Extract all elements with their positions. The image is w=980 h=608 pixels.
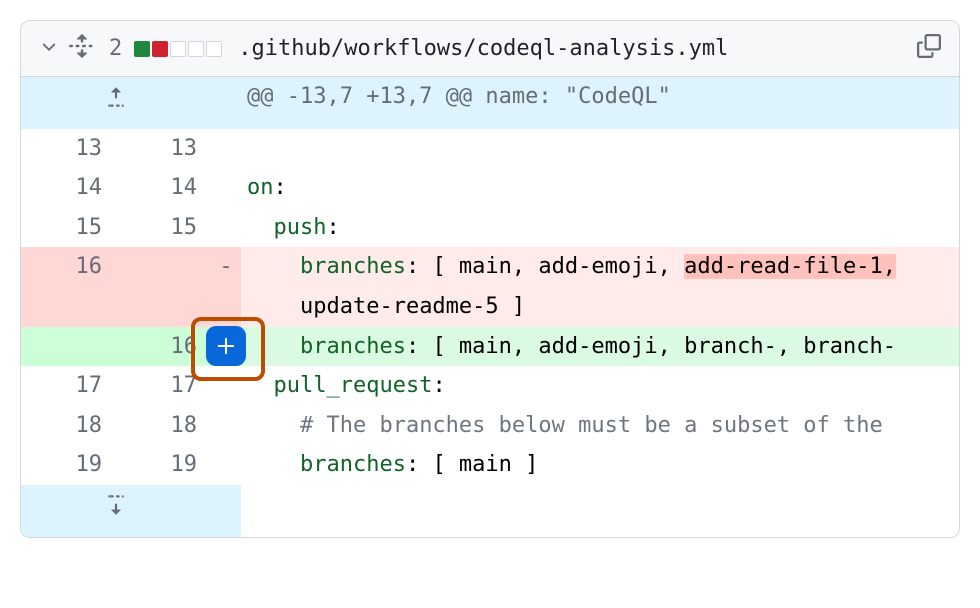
diff-line[interactable]: 13 13 — [21, 129, 959, 169]
unfold-icon[interactable] — [69, 33, 95, 64]
yaml-key: pull_request — [274, 373, 433, 398]
code-content: push: — [241, 208, 959, 248]
hunk-header-row: @@ -13,7 +13,7 @@ name: "CodeQL" — [21, 77, 959, 129]
gutter: 19 19 — [21, 445, 211, 485]
hunk-expand-down-row — [21, 485, 959, 537]
line-num-left: 16 — [21, 247, 116, 287]
line-num-right: 19 — [116, 445, 211, 485]
yaml-after: : — [432, 373, 445, 398]
code-content: # The branches below must be a subset of… — [241, 406, 959, 446]
gutter — [21, 287, 211, 327]
diff-line-deletion[interactable]: 16 - branches: [ main, add-emoji, add-re… — [21, 247, 959, 287]
line-num-right: 14 — [116, 168, 211, 208]
mark-col: - — [211, 247, 241, 287]
mark-col — [211, 129, 241, 169]
diff-line[interactable]: 18 18 # The branches below must be a sub… — [21, 406, 959, 446]
line-num-left: 13 — [21, 129, 116, 169]
diff-stat-neutral — [188, 41, 204, 57]
gutter: 16 — [21, 247, 211, 287]
file-path[interactable]: .github/workflows/codeql-analysis.yml — [238, 36, 907, 61]
yaml-after: : — [326, 215, 339, 240]
code-content — [241, 129, 959, 169]
gutter: 14 14 — [21, 168, 211, 208]
line-num-left: 19 — [21, 445, 116, 485]
yaml-after: : [ main, add-emoji, branch-, branch- — [406, 334, 896, 359]
diff-stat-neutral — [170, 41, 186, 57]
code-content: update-readme-5 ] — [241, 287, 959, 327]
yaml-key: push — [274, 215, 327, 240]
expand-up-icon — [104, 83, 128, 123]
add-comment-button[interactable] — [206, 326, 246, 366]
line-num-right: 18 — [116, 406, 211, 446]
line-num-left: 18 — [21, 406, 116, 446]
line-num-right: 17 — [116, 366, 211, 406]
diff-stat-added — [134, 41, 150, 57]
line-num-right: 15 — [116, 208, 211, 248]
mark-col — [211, 287, 241, 327]
line-num-right: 16 — [116, 327, 211, 367]
copy-icon[interactable] — [917, 34, 941, 63]
line-num-left — [21, 327, 116, 367]
yaml-after: : — [274, 175, 287, 200]
line-num-right — [116, 247, 211, 287]
line-num-left: 14 — [21, 168, 116, 208]
yaml-pre: : [ main, add-emoji, — [406, 254, 684, 279]
file-header: 2 .github/workflows/codeql-analysis.yml — [21, 21, 959, 77]
code-content: branches: [ main, add-emoji, branch-, br… — [241, 327, 959, 367]
mark-col — [211, 366, 241, 406]
diff-body: @@ -13,7 +13,7 @@ name: "CodeQL" 13 13 1… — [21, 77, 959, 537]
yaml-key: branches — [300, 452, 406, 477]
mark-col — [211, 77, 241, 129]
diff-stat-neutral — [206, 41, 222, 57]
mark-col — [211, 208, 241, 248]
code-content: on: — [241, 168, 959, 208]
code-content — [241, 485, 959, 537]
gutter: 13 13 — [21, 129, 211, 169]
mark-col — [211, 445, 241, 485]
gutter: 17 17 — [21, 366, 211, 406]
removed-highlight: add-read-file-1, — [684, 254, 896, 279]
chevron-down-icon[interactable] — [39, 36, 59, 61]
mark-col — [211, 168, 241, 208]
diff-line-addition[interactable]: 16 + branches: [ main, add-emoji, branch… — [21, 327, 959, 367]
yaml-after: : [ main ] — [406, 452, 538, 477]
line-num-right — [116, 287, 211, 327]
changes-count: 2 — [109, 36, 122, 61]
line-num-right: 13 — [116, 129, 211, 169]
expand-up-gutter[interactable] — [21, 77, 211, 129]
line-num-left — [21, 287, 116, 327]
diff-line-deletion-wrap[interactable]: update-readme-5 ] — [21, 287, 959, 327]
mark-col — [211, 406, 241, 446]
mark-col — [211, 485, 241, 537]
yaml-key: on — [247, 175, 274, 200]
expand-down-icon — [104, 491, 128, 531]
diff-file-container: 2 .github/workflows/codeql-analysis.yml … — [20, 20, 960, 538]
code-content: branches: [ main ] — [241, 445, 959, 485]
code-content: branches: [ main, add-emoji, add-read-fi… — [241, 247, 959, 287]
diff-stats — [134, 41, 222, 57]
yaml-key: branches — [300, 254, 406, 279]
diff-line[interactable]: 19 19 branches: [ main ] — [21, 445, 959, 485]
diff-line[interactable]: 15 15 push: — [21, 208, 959, 248]
yaml-key: branches — [300, 334, 406, 359]
gutter: 18 18 — [21, 406, 211, 446]
yaml-text: update-readme-5 ] — [300, 294, 525, 319]
hunk-header-text: @@ -13,7 +13,7 @@ name: "CodeQL" — [241, 77, 959, 129]
diff-stat-removed — [152, 41, 168, 57]
code-content: pull_request: — [241, 366, 959, 406]
yaml-comment: # The branches below must be a subset of… — [300, 413, 896, 438]
expand-down-gutter[interactable] — [21, 485, 211, 537]
diff-line[interactable]: 17 17 pull_request: — [21, 366, 959, 406]
line-num-left: 15 — [21, 208, 116, 248]
gutter: 15 15 — [21, 208, 211, 248]
line-num-left: 17 — [21, 366, 116, 406]
diff-line[interactable]: 14 14 on: — [21, 168, 959, 208]
gutter: 16 — [21, 327, 211, 367]
